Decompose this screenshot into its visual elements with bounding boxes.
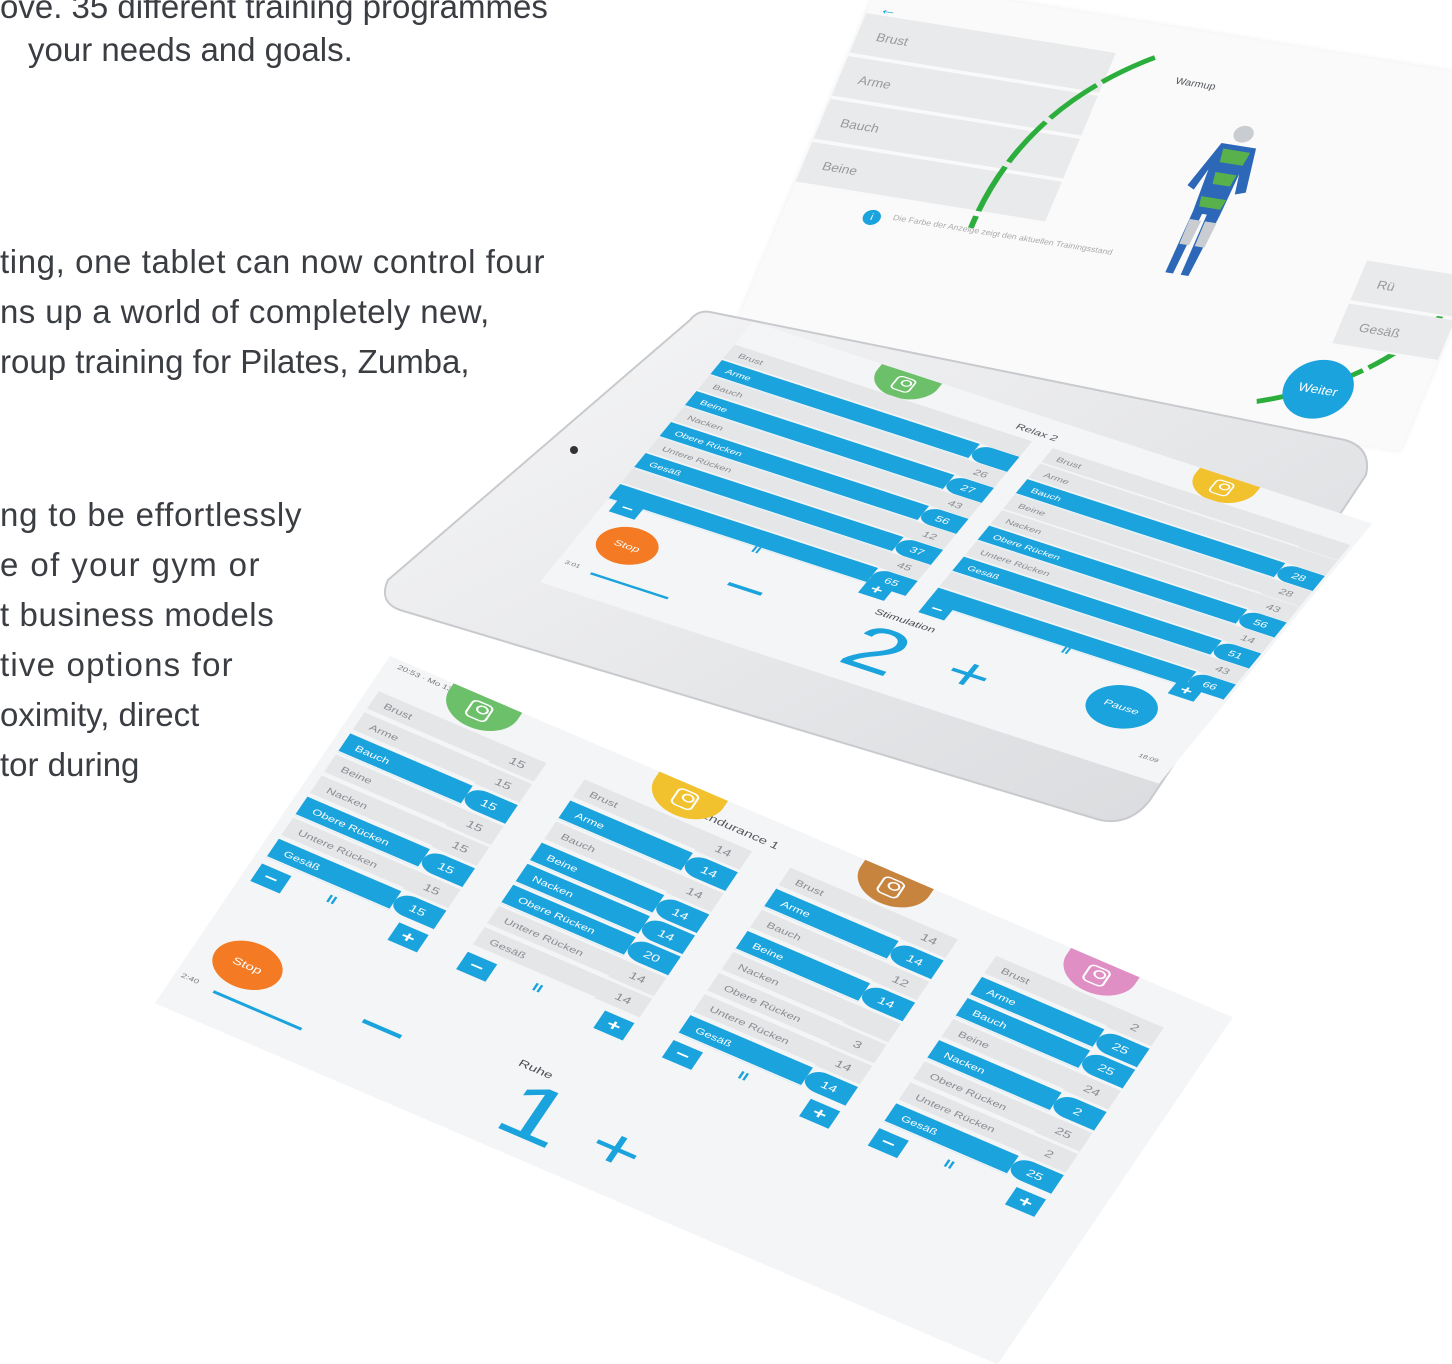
pause-icon[interactable]: II [323, 893, 340, 908]
intensity-value: 2 [825, 610, 929, 690]
decrease-button[interactable]: − [661, 1039, 704, 1070]
plus-intensity-button[interactable]: + [931, 645, 1008, 703]
user-avatar-icon [1206, 478, 1237, 498]
user-avatar-icon [874, 874, 908, 901]
elapsed-time: 2:40 [179, 971, 201, 986]
decrease-button[interactable]: − [250, 863, 292, 894]
stop-button[interactable]: Stop [201, 931, 294, 1000]
progress-bar [589, 572, 669, 600]
elapsed-time: 3:01 [563, 559, 583, 570]
increase-button[interactable]: + [387, 922, 429, 953]
pause-icon[interactable]: II [748, 545, 764, 556]
user-avatar-icon [668, 786, 702, 812]
progress-bar [212, 990, 303, 1031]
user-avatar-icon [462, 698, 496, 724]
pause-icon[interactable]: II [735, 1069, 751, 1084]
pause-icon[interactable]: II [529, 981, 545, 996]
pause-button[interactable]: Pause [1073, 677, 1170, 737]
pause-icon[interactable]: II [1058, 645, 1073, 656]
increase-button[interactable]: + [1004, 1186, 1047, 1217]
minus-intensity-button[interactable]: − [707, 560, 784, 618]
decrease-button[interactable]: − [867, 1128, 909, 1159]
increase-button[interactable]: + [593, 1010, 635, 1041]
user-avatar-icon [1080, 962, 1113, 989]
intensity-value: 1 [479, 1063, 592, 1166]
remaining-time: 18:09 [1136, 752, 1161, 764]
decrease-button[interactable]: − [456, 951, 498, 982]
stop-button[interactable]: Stop [585, 520, 670, 572]
increase-button[interactable]: + [799, 1098, 841, 1129]
minus-intensity-button[interactable]: − [341, 991, 424, 1066]
user-avatar-icon [888, 374, 919, 394]
plus-intensity-button[interactable]: + [575, 1111, 658, 1186]
pause-icon[interactable]: II [940, 1158, 957, 1173]
